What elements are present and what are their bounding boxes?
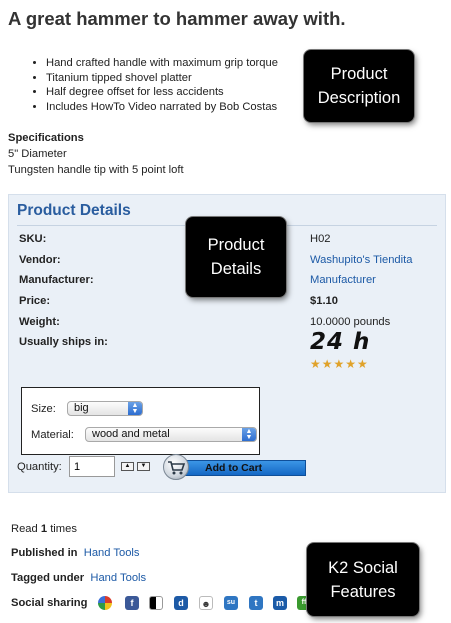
spec-line: Tungsten handle tip with 5 point loft <box>8 164 184 176</box>
tagged-under-line: Tagged under Hand Tools <box>11 572 146 584</box>
feature-item: Hand crafted handle with maximum grip to… <box>46 56 278 71</box>
manufacturer-label: Manufacturer: <box>19 274 94 286</box>
stumbleupon-icon[interactable]: su <box>224 596 238 610</box>
add-to-cart-button[interactable]: Add to Cart <box>163 454 306 481</box>
select-arrows-icon: ▲ ▼ <box>242 428 256 441</box>
shopping-cart-icon <box>163 454 189 480</box>
published-label: Published in <box>11 547 78 559</box>
price-label: Price: <box>19 295 51 307</box>
facebook-icon[interactable]: f <box>125 596 139 610</box>
manufacturer-link[interactable]: Manufacturer <box>310 274 376 286</box>
read-count-line: Read 1 times <box>11 523 77 535</box>
vendor-label: Vendor: <box>19 254 61 266</box>
product-description-callout: Product Description <box>304 50 414 122</box>
product-details-callout: Product Details <box>186 217 286 297</box>
feature-item: Half degree offset for less accidents <box>46 85 278 100</box>
specifications-heading: Specifications <box>8 132 84 144</box>
social-sharing-label: Social sharing <box>11 597 88 609</box>
price-value: $1.10 <box>310 295 338 307</box>
read-prefix: Read <box>11 523 38 535</box>
sku-label: SKU: <box>19 233 47 245</box>
product-feature-list: Hand crafted handle with maximum grip to… <box>30 56 278 114</box>
quantity-input[interactable] <box>69 456 115 477</box>
reddit-icon[interactable]: ☻ <box>199 596 213 610</box>
quantity-label: Quantity: <box>17 461 62 473</box>
specifications: Specifications 5" Diameter Tungsten hand… <box>8 130 184 178</box>
select-arrows-icon: ▲ ▼ <box>128 402 142 415</box>
add-to-cart-label: Add to Cart <box>177 460 306 476</box>
weight-label: Weight: <box>19 316 60 328</box>
delicious-icon[interactable] <box>149 596 163 610</box>
size-label: Size: <box>31 403 56 415</box>
vendor-link[interactable]: Washupito's Tiendita <box>310 254 412 266</box>
material-label: Material: <box>31 429 74 441</box>
myspace-icon[interactable]: m <box>273 596 287 610</box>
product-details-heading: Product Details <box>17 202 131 219</box>
spec-line: 5" Diameter <box>8 148 67 160</box>
size-selected-value: big <box>74 402 89 414</box>
social-sharing-line: Social sharing <box>11 597 87 609</box>
quantity-increase-icon[interactable]: ▲ <box>121 462 134 471</box>
sku-value: H02 <box>310 233 331 245</box>
star-rating[interactable]: ★★★★★ <box>310 357 369 371</box>
product-title: A great hammer to hammer away with. <box>8 8 346 29</box>
read-count: 1 <box>40 523 48 535</box>
size-select[interactable]: big ▲ ▼ <box>67 401 143 416</box>
material-selected-value: wood and metal <box>92 428 170 440</box>
technorati-icon[interactable]: t <box>249 596 263 610</box>
published-in-line: Published in Hand Tools <box>11 547 140 559</box>
quantity-decrease-icon[interactable]: ▼ <box>137 462 150 471</box>
read-suffix: times <box>50 523 77 535</box>
product-options-box: Size: big ▲ ▼ Material: wood and metal ▲ ▼ <box>21 387 260 455</box>
digg-icon[interactable]: d <box>174 596 188 610</box>
k2-social-features-callout: K2 Social Features <box>307 543 419 616</box>
category-link[interactable]: Hand Tools <box>84 547 140 559</box>
weight-value: 10.0000 pounds <box>310 316 391 328</box>
tag-link[interactable]: Hand Tools <box>90 572 146 584</box>
ships-in-value: 24 h <box>310 329 371 355</box>
material-select[interactable]: wood and metal ▲ ▼ <box>85 427 257 442</box>
google-bookmarks-icon[interactable] <box>98 596 112 610</box>
tagged-label: Tagged under <box>11 572 85 584</box>
ships-in-label: Usually ships in: <box>19 336 108 348</box>
feature-item: Titanium tipped shovel platter <box>46 71 278 86</box>
feature-item: Includes HowTo Video narrated by Bob Cos… <box>46 100 278 115</box>
